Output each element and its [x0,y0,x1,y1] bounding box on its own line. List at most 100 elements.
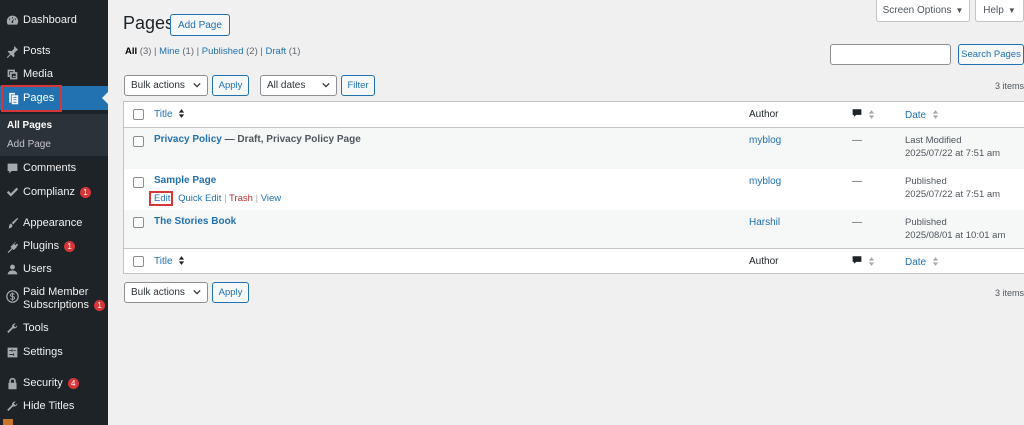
view-link[interactable]: View [261,193,281,204]
author-link[interactable]: myblog [749,135,781,146]
sidebar-item-label: Paid Member Subscriptions 1 [23,286,106,312]
sidebar-item-label: Security [23,377,63,389]
sidebar-item-label: Dashboard [23,14,77,26]
sidebar-item-paid-member-subscriptions[interactable]: Paid Member Subscriptions 1 [0,286,108,314]
sidebar-item-plugins[interactable]: Plugins 1 [0,234,108,258]
author-link[interactable]: Harshil [749,217,780,228]
select-all-checkbox[interactable] [133,109,144,120]
sort-icon[interactable] [868,257,875,266]
user-icon [5,262,19,276]
filter-mine[interactable]: Mine [159,46,180,57]
apply-button[interactable]: Apply [212,75,249,96]
sort-icon [179,256,185,265]
submenu-add-page[interactable]: Add Page [7,139,51,150]
filter-published[interactable]: Published [202,46,244,57]
author-link[interactable]: myblog [749,176,781,187]
sidebar-item-security[interactable]: Security 4 [0,371,108,395]
sidebar-item-media[interactable]: Media [0,62,108,86]
trash-link[interactable]: Trash [229,193,253,204]
sidebar-item-comments[interactable]: Comments [0,156,108,180]
sidebar-item-tools[interactable]: Tools [0,316,108,340]
media-icon [5,67,19,81]
submenu-all-pages[interactable]: All Pages [7,120,52,131]
page-title: Pages [123,13,175,33]
sidebar-item-dashboard[interactable]: Dashboard [0,8,108,32]
chevron-down-icon [193,82,201,88]
date-status: Published [905,176,947,187]
brush-icon [5,216,19,230]
sidebar-item-label: Settings [23,346,63,358]
pages-submenu: All Pages Add Page [0,114,108,156]
quick-edit-link[interactable]: Quick Edit [178,193,221,204]
sidebar-item-label: Users [23,263,52,275]
date-value: 2025/07/22 at 7:51 am [905,189,1001,200]
row-title-link[interactable]: The Stories Book [154,216,236,227]
select-all-checkbox[interactable] [133,256,144,267]
sort-icon[interactable] [868,110,875,119]
row-title-link[interactable]: Privacy Policy [154,134,222,145]
date-column-header[interactable]: Date [905,110,926,121]
filter-draft[interactable]: Draft [266,46,287,57]
wrench-icon [5,321,19,335]
date-column-header[interactable]: Date [905,257,926,268]
pin-icon [5,44,19,58]
row-title-link[interactable]: Sample Page [154,175,216,186]
highlight-box [1,85,62,112]
author-column-header: Author [749,256,779,267]
date-value: 2025/07/22 at 7:51 am [905,148,1001,159]
sidebar-item-label: Media [23,68,53,80]
items-count: 3 items [994,81,1024,91]
help-button[interactable]: Help ▼ [975,0,1024,22]
update-badge: 1 [94,300,106,311]
screen-options-button[interactable]: Screen Options ▼ [876,0,970,22]
search-input[interactable] [830,44,951,65]
sidebar-item-label: Tools [23,322,49,334]
sort-icon [179,109,185,118]
table-row: Privacy Policy — Draft, Privacy Policy P… [124,128,1024,169]
row-checkbox[interactable] [133,217,144,228]
search-pages-button[interactable]: Search Pages [958,44,1024,65]
lock-icon [5,376,19,390]
date-status: Last Modified [905,135,962,146]
date-filter-select[interactable]: All dates [260,75,337,96]
status-filters: All (3) | Mine (1) | Published (2) | Dra… [125,46,301,57]
bulk-actions-select-bottom[interactable]: Bulk actions [124,282,208,303]
comment-count: — [852,135,862,146]
check-icon [5,185,19,199]
admin-sidebar: Dashboard Posts Media Pages All Pages Ad… [0,0,108,425]
bulk-actions-select[interactable]: Bulk actions [124,75,208,96]
filter-all[interactable]: All [125,46,137,57]
row-checkbox[interactable] [133,177,144,188]
filter-button[interactable]: Filter [341,75,375,96]
sidebar-item-label: Appearance [23,217,83,229]
table-row: The Stories Book Harshil — Published 202… [124,210,1024,248]
table-row: Sample Page Edit | Quick Edit | Trash | … [124,169,1024,210]
add-page-button[interactable]: Add Page [170,14,230,36]
dashboard-icon [5,13,19,27]
sidebar-item-posts[interactable]: Posts [0,39,108,63]
sidebar-item-label: Comments [23,162,77,174]
comment-count: — [852,176,862,187]
sort-icon [932,110,939,119]
pages-table: Title Author Date Privacy Policy — Draft… [123,101,1024,274]
post-state: — Draft, Privacy Policy Page [221,134,361,145]
caret-down-icon: ▼ [1007,6,1016,15]
sidebar-item-users[interactable]: Users [0,257,108,281]
table-footer: Title Author Date [124,248,1024,274]
row-checkbox[interactable] [133,136,144,147]
sidebar-item-hide-titles[interactable]: Hide Titles [0,394,108,418]
items-count: 3 items [994,288,1024,298]
highlight-box [149,191,173,206]
sidebar-item-label: Complianz [23,186,75,198]
title-column-header[interactable]: Title [154,256,173,267]
apply-button-bottom[interactable]: Apply [212,282,249,303]
sidebar-item-appearance[interactable]: Appearance [0,211,108,235]
row-actions: Edit | Quick Edit | Trash | View [154,193,282,204]
sidebar-item-label: Plugins [23,240,60,252]
dollar-icon [5,289,19,303]
date-status: Published [905,217,947,228]
title-column-header[interactable]: Title [154,109,173,120]
comment-icon [5,161,19,175]
sidebar-item-settings[interactable]: Settings [0,340,108,364]
sidebar-item-complianz[interactable]: Complianz 1 [0,180,108,204]
